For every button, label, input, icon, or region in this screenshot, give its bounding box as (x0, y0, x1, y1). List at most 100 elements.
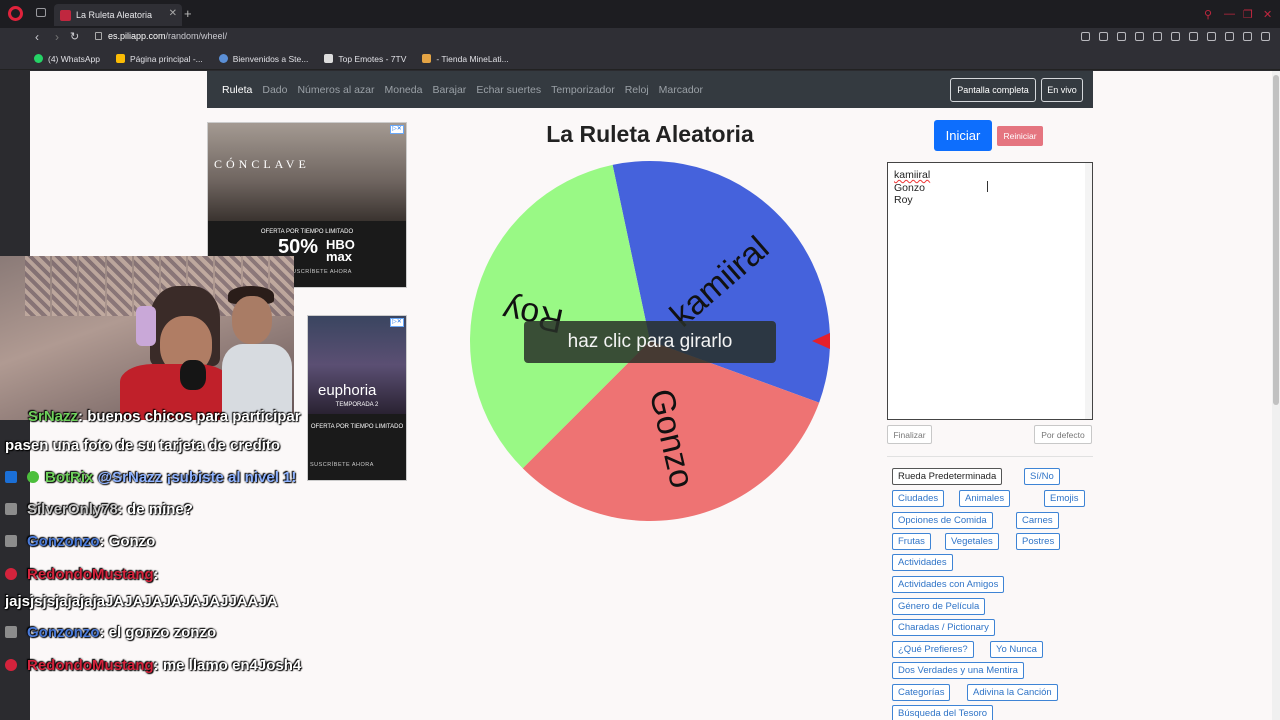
address-bar: ‹ › ↻ es.piliapp.com/random/wheel/ (0, 28, 1280, 48)
divider (887, 456, 1093, 457)
nav-temporizador[interactable]: Temporizador (551, 84, 615, 96)
chat-message: SilverOnly78: de mine? (5, 501, 193, 518)
snapshot-icon[interactable] (1099, 32, 1108, 41)
page-scrollbar[interactable] (1272, 71, 1280, 720)
preset-button[interactable]: Charadas / Pictionary (892, 619, 995, 636)
page-title: La Ruleta Aleatoria (546, 121, 754, 147)
url-host: es.piliapp.com (108, 31, 166, 41)
profile-icon[interactable] (1225, 32, 1234, 41)
preset-button[interactable]: Dos Verdades y una Mentira (892, 662, 1024, 679)
close-window-icon[interactable]: ✕ (1263, 8, 1272, 21)
live-button[interactable]: En vivo (1041, 78, 1083, 102)
ad-info-icon[interactable]: ▷✕ (390, 318, 404, 327)
browser-tab-bar: La Ruleta Aleatoria ✕ + ⚲ — ❐ ✕ (0, 0, 1280, 28)
preset-button[interactable]: Opciones de Comida (892, 512, 993, 529)
browser-tab[interactable]: La Ruleta Aleatoria ✕ (54, 4, 182, 26)
start-button[interactable]: Iniciar (934, 120, 992, 151)
new-tab-icon[interactable]: + (184, 6, 192, 21)
tabs-icon[interactable] (36, 8, 46, 17)
entry-line: kamiiral (894, 169, 931, 181)
opera-logo-icon[interactable] (8, 6, 23, 21)
ad-offer: OFERTA POR TIEMPO LIMITADO (260, 229, 354, 235)
ad-euphoria[interactable]: ▷✕ euphoria TEMPORADA 2 OFERTA POR TIEMP… (307, 315, 407, 481)
preset-button[interactable]: Actividades (892, 554, 953, 571)
preset-button[interactable]: Emojis (1044, 490, 1085, 507)
forward-icon[interactable]: › (55, 30, 59, 44)
lock-icon (95, 32, 102, 40)
pin-icon[interactable] (1081, 32, 1090, 41)
bookmark-home[interactable]: Página principal -... (115, 54, 203, 64)
ad-season: TEMPORADA 2 (335, 402, 379, 408)
spin-hint[interactable]: haz clic para girarlo (524, 321, 776, 363)
close-tab-icon[interactable]: ✕ (169, 8, 177, 19)
preset-button[interactable]: Categorías (892, 684, 951, 701)
reset-button[interactable]: Reiniciar (997, 126, 1043, 146)
text-cursor (987, 181, 988, 192)
back-icon[interactable]: ‹ (35, 30, 39, 44)
microphone (180, 360, 206, 390)
entries-textarea[interactable]: kamiiral Gonzo Roy (887, 162, 1093, 420)
preset-button[interactable]: Adivina la Canción (967, 684, 1058, 701)
default-button[interactable]: Por defecto (1034, 425, 1092, 444)
bookmark-7tv[interactable]: Top Emotes - 7TV (324, 54, 406, 64)
bookmark-steam[interactable]: Bienvenidos a Ste... (218, 54, 308, 64)
search-icon[interactable]: ⚲ (1204, 8, 1212, 21)
tab-title: La Ruleta Aleatoria (76, 10, 153, 20)
textarea-scrollbar[interactable] (1085, 163, 1092, 419)
maximize-icon[interactable]: ❐ (1243, 8, 1253, 21)
url-field[interactable]: es.piliapp.com/random/wheel/ (95, 31, 227, 41)
preset-button[interactable]: Búsqueda del Tesoro (892, 705, 994, 720)
preset-button[interactable]: Actividades con Amigos (892, 576, 1005, 593)
ad-cta: SUSCRÍBETE AHORA (288, 269, 352, 275)
preset-button[interactable]: Postres (1016, 533, 1061, 550)
nav-echar-suertes[interactable]: Echar suertes (476, 84, 541, 96)
preset-button[interactable]: Frutas (892, 533, 931, 550)
steam-icon (218, 54, 228, 63)
preset-button[interactable]: Animales (959, 490, 1011, 507)
wallet-icon[interactable] (1189, 32, 1198, 41)
headphones (136, 306, 156, 346)
bookmarks-bar: (4) WhatsApp Página principal -... Bienv… (0, 48, 1280, 70)
preset-button[interactable]: Género de Película (892, 598, 986, 615)
heart-icon[interactable] (1153, 32, 1162, 41)
download-icon[interactable] (1207, 32, 1216, 41)
play-icon[interactable] (1135, 32, 1144, 41)
nav-reloj[interactable]: Reloj (625, 84, 649, 96)
preset-button[interactable]: Carnes (1016, 512, 1059, 529)
ad-offer: OFERTA POR TIEMPO LIMITADO (310, 424, 404, 430)
chat-message: RedondoMustang: me llamo en4Josh4 (5, 657, 301, 674)
nav-moneda[interactable]: Moneda (385, 84, 423, 96)
shield-icon[interactable] (1117, 32, 1126, 41)
bookmark-whatsapp[interactable]: (4) WhatsApp (34, 54, 100, 64)
nav-ruleta[interactable]: Ruleta (222, 84, 252, 96)
chat-message: RedondoMustang: (5, 566, 159, 583)
finish-button[interactable]: Finalizar (887, 425, 932, 444)
nav-numeros[interactable]: Números al azar (297, 84, 374, 96)
webcam-overlay (0, 256, 294, 420)
minimize-icon[interactable]: — (1224, 8, 1235, 20)
bookmark-minelati[interactable]: - Tienda MineLati... (422, 54, 509, 64)
nav-marcador[interactable]: Marcador (659, 84, 703, 96)
nav-dado[interactable]: Dado (262, 84, 287, 96)
preset-button[interactable]: Vegetales (945, 533, 999, 550)
nav-barajar[interactable]: Barajar (432, 84, 466, 96)
preset-button[interactable]: ¿Qué Prefieres? (892, 641, 974, 658)
preset-button[interactable]: Ciudades (892, 490, 945, 507)
google-drive-icon (115, 54, 125, 63)
preset-button[interactable]: Rueda Predeterminada (892, 468, 1003, 485)
entry-line: Gonzo (894, 181, 925, 194)
fullscreen-button[interactable]: Pantalla completa (950, 78, 1036, 102)
preset-button[interactable]: Yo Nunca (990, 641, 1043, 658)
7tv-icon (324, 54, 334, 63)
scrollbar-thumb[interactable] (1273, 75, 1279, 405)
menu-icon[interactable] (1261, 32, 1270, 41)
whatsapp-icon (34, 54, 43, 63)
ad-info-icon[interactable]: ▷✕ (390, 125, 404, 134)
reload-icon[interactable]: ↻ (70, 30, 79, 43)
ad-image (208, 123, 406, 222)
extensions-icon[interactable] (1171, 32, 1180, 41)
site-favicon-icon (60, 9, 71, 21)
chat-message: Gonzonzo: Gonzo (5, 533, 155, 550)
ai-icon[interactable] (1243, 32, 1252, 41)
preset-button[interactable]: Sí/No (1024, 468, 1060, 485)
